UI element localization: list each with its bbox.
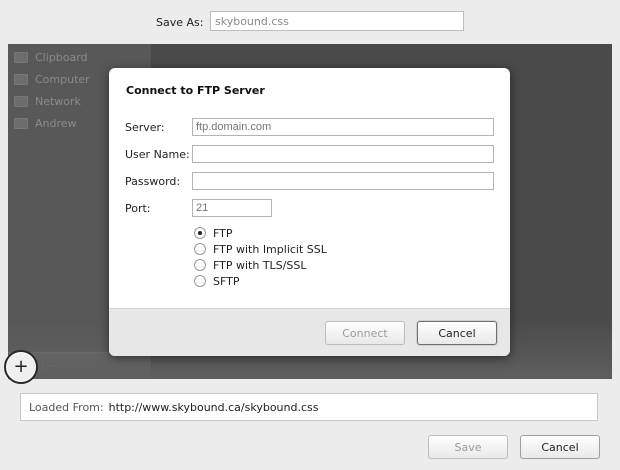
save-button[interactable]: Save — [428, 435, 508, 459]
sidebar-item-label: Clipboard — [35, 50, 88, 64]
port-input[interactable] — [192, 199, 272, 217]
protocol-label: SFTP — [213, 274, 240, 288]
sidebar-item-clipboard[interactable]: Clipboard — [14, 48, 149, 66]
radio-selected-icon — [194, 227, 206, 239]
radio-icon — [194, 259, 206, 271]
protocol-option-ftp-tls-ssl[interactable]: FTP with TLS/SSL — [194, 257, 306, 273]
network-icon — [14, 95, 28, 107]
loaded-from-bar: Loaded From: http://www.skybound.ca/skyb… — [20, 393, 598, 421]
radio-icon — [194, 275, 206, 287]
loaded-from-label: Loaded From: — [29, 400, 104, 414]
protocol-label: FTP with Implicit SSL — [213, 242, 327, 256]
password-input[interactable] — [192, 172, 494, 190]
protocol-label: FTP with TLS/SSL — [213, 258, 307, 272]
port-label: Port: — [125, 202, 151, 215]
clipboard-icon — [14, 51, 28, 63]
server-label: Server: — [125, 121, 165, 134]
connect-button[interactable]: Connect — [325, 321, 405, 345]
username-label: User Name: — [125, 148, 190, 161]
save-as-input[interactable]: skybound.css — [210, 11, 464, 31]
protocol-option-ftp[interactable]: FTP — [194, 225, 233, 241]
save-as-label: Save As: — [156, 16, 204, 29]
dialog-title: Connect to FTP Server — [126, 84, 265, 97]
loaded-from-url: http://www.skybound.ca/skybound.css — [108, 400, 319, 414]
remove-location-button[interactable]: — — [42, 358, 63, 374]
username-input[interactable] — [192, 145, 494, 163]
computer-icon — [14, 73, 28, 85]
protocol-option-sftp[interactable]: SFTP — [194, 273, 239, 289]
cancel-button[interactable]: Cancel — [520, 435, 600, 459]
radio-icon — [194, 243, 206, 255]
dialog-footer: Connect Cancel — [109, 308, 510, 356]
protocol-option-ftp-implicit-ssl[interactable]: FTP with Implicit SSL — [194, 241, 327, 257]
protocol-label: FTP — [213, 226, 233, 240]
password-label: Password: — [125, 175, 181, 188]
dialog-cancel-button[interactable]: Cancel — [417, 321, 497, 345]
sidebar-item-label: Andrew — [35, 116, 77, 130]
save-as-row: Save As: skybound.css — [0, 0, 620, 44]
server-input[interactable] — [192, 118, 494, 136]
sidebar-item-label: Computer — [35, 72, 90, 86]
sidebar-item-label: Network — [35, 94, 81, 108]
folder-icon — [14, 117, 28, 129]
add-location-button[interactable]: + — [4, 350, 38, 384]
plus-icon: + — [13, 356, 29, 377]
ftp-connect-dialog: Connect to FTP Server Server: User Name:… — [109, 68, 510, 356]
